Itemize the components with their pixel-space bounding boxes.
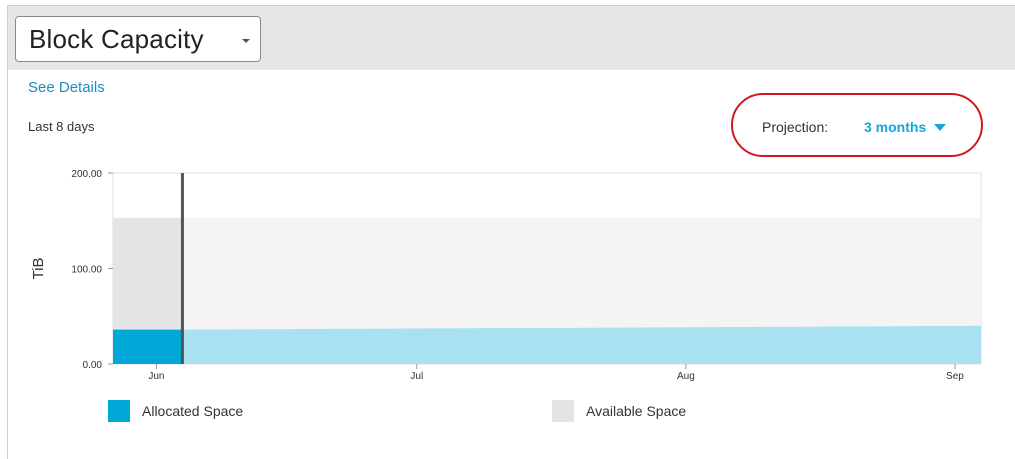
allocated-space-area-projected [182, 325, 981, 364]
legend-label-allocated: Allocated Space [142, 403, 244, 419]
chart-type-label: Block Capacity [29, 23, 204, 54]
legend-allocated[interactable]: Allocated Space [108, 400, 243, 422]
y-axis-label: TiB [30, 258, 47, 280]
available-space-area-actual [113, 217, 183, 330]
y-tick-label: 0.00 [83, 360, 103, 371]
chart-type-dropdown[interactable]: Block Capacity [15, 16, 261, 62]
time-range-label: Last 8 days [28, 119, 95, 134]
legend-swatch-available [552, 400, 574, 422]
projection-dropdown[interactable]: 3 months [864, 119, 947, 135]
y-tick-label: 100.00 [71, 265, 102, 276]
available-space-area-projected [182, 217, 981, 330]
x-tick-label: Aug [677, 371, 695, 382]
legend-available[interactable]: Available Space [552, 400, 686, 422]
chevron-down-icon [242, 39, 250, 43]
see-details-link[interactable]: See Details [28, 79, 105, 96]
caret-down-icon [934, 123, 947, 131]
legend-label-available: Available Space [586, 403, 687, 419]
capacity-chart: 200.00 100.00 0.00 Jun Jul Aug Sep TiB [30, 169, 982, 382]
x-tick-label: Jun [148, 371, 164, 382]
projection-value: 3 months [864, 119, 927, 135]
x-tick-label: Sep [946, 371, 964, 382]
legend-swatch-allocated [108, 400, 130, 422]
allocated-space-area-actual [113, 329, 183, 364]
chart-series [113, 217, 981, 364]
projection-label: Projection: [762, 119, 829, 135]
y-tick-label: 200.00 [71, 169, 102, 180]
x-tick-label: Jul [410, 371, 423, 382]
